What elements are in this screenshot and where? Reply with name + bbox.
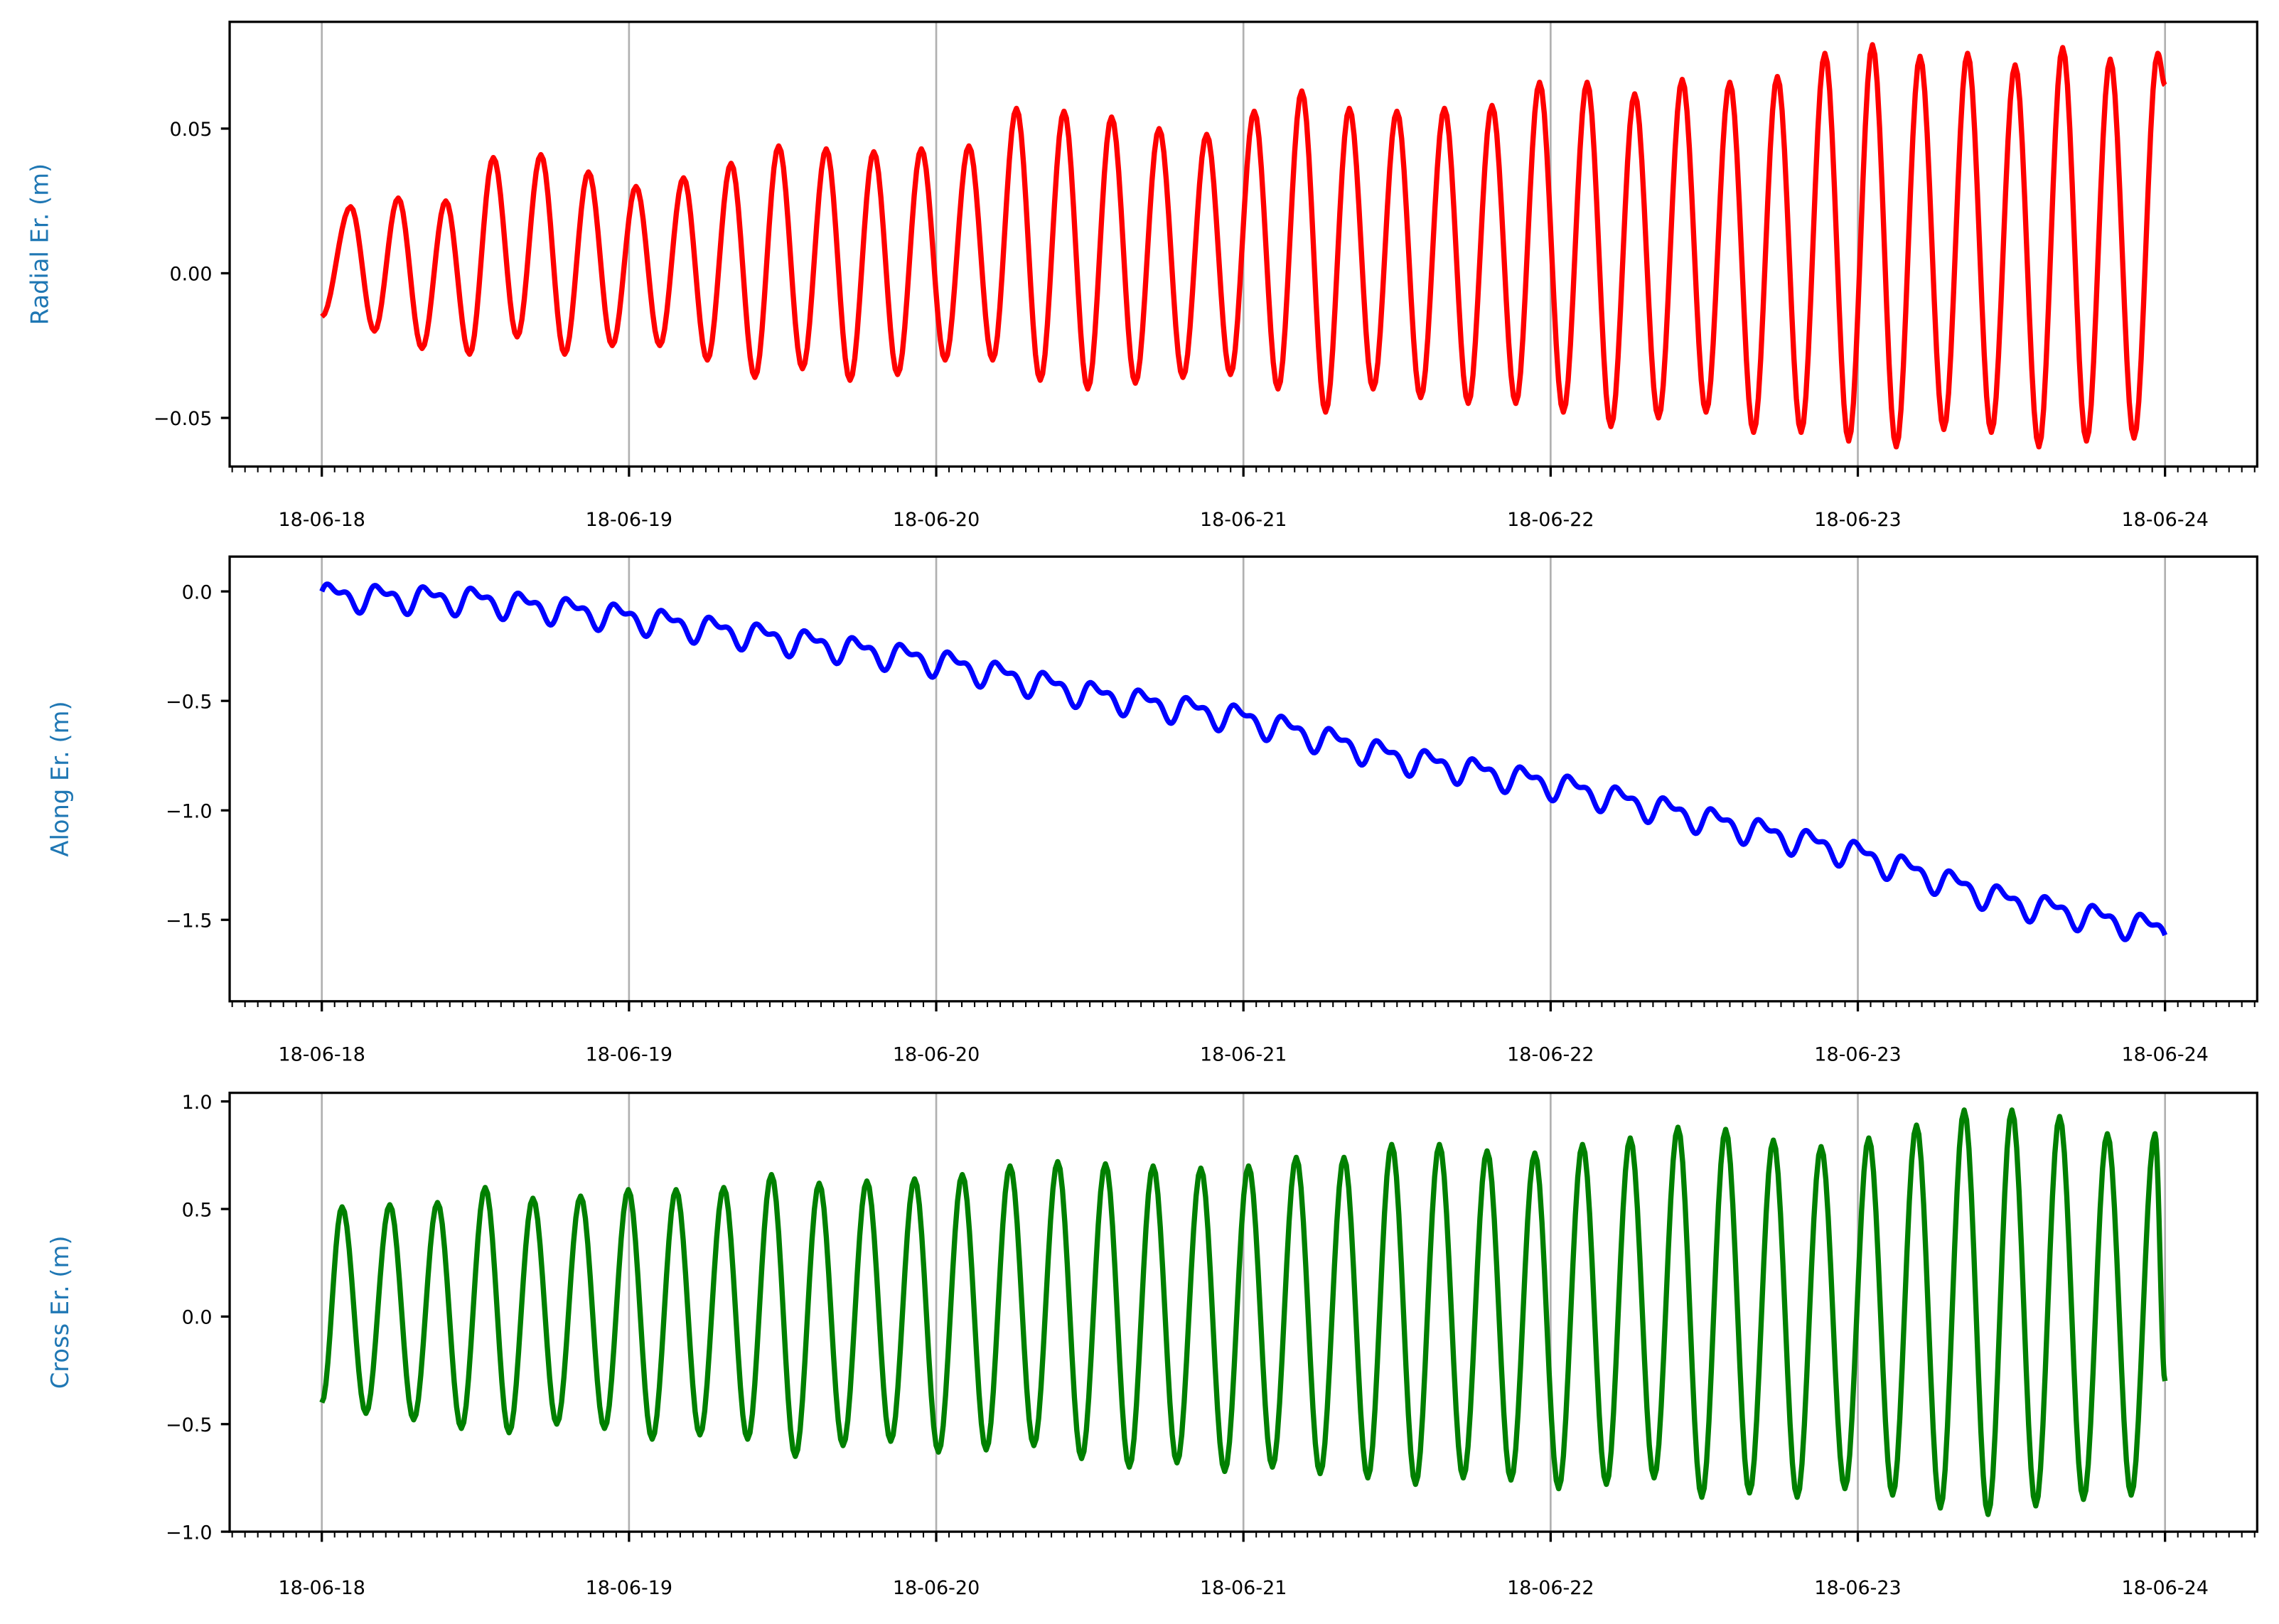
x-tick-label: 18-06-20 [893,509,980,531]
x-tick-label: 18-06-22 [1507,509,1594,531]
y-axis-label: Cross Er. (m) [46,1235,74,1389]
x-tick-label: 18-06-21 [1200,509,1287,531]
x-tick-label: 18-06-24 [2121,1577,2208,1599]
y-tick-label: −0.05 [154,408,213,430]
x-tick-label: 18-06-21 [1200,1577,1287,1599]
y-tick-label: 0.05 [169,119,212,141]
x-tick-label: 18-06-20 [893,1577,980,1599]
y-tick-label: −0.5 [166,1414,213,1436]
subplot-3: 18-06-18 18-06-19 18-06-20 18-06-21 18-06-22… [46,1092,2258,1599]
y-axis-label: Radial Er. (m) [26,163,53,326]
x-tick-label: 18-06-22 [1507,1044,1594,1066]
y-tick-label: 1.0 [182,1092,213,1114]
subplot-2: 18-06-18 18-06-19 18-06-20 18-06-21 18-06-22… [46,555,2258,1066]
y-tick-label: 0.0 [182,1307,213,1329]
x-tick-label: 18-06-19 [586,1577,672,1599]
x-tick-label: 18-06-18 [278,509,365,531]
y-tick-label: 0.00 [169,264,212,286]
x-tick-label: 18-06-21 [1200,1044,1287,1066]
y-axis-label: Along Er. (m) [46,701,74,856]
figure: 18-06-18 18-06-19 18-06-20 18-06-21 18-06-22… [26,21,2258,1599]
y-tick-label: −1.0 [166,1522,213,1544]
x-tick-label: 18-06-23 [1814,1577,1901,1599]
x-tick-label: 18-06-19 [586,1044,672,1066]
x-tick-label: 18-06-18 [278,1577,365,1599]
y-tick-label: 0.0 [182,581,213,603]
x-tick-label: 18-06-24 [2121,1044,2208,1066]
x-tick-label: 18-06-18 [278,1044,365,1066]
y-tick-label: −1.0 [166,800,213,822]
subplot-1: 18-06-18 18-06-19 18-06-20 18-06-21 18-06-22… [26,21,2258,531]
x-tick-label: 18-06-23 [1814,509,1901,531]
y-tick-label: −1.5 [166,910,213,932]
x-tick-label: 18-06-24 [2121,509,2208,531]
y-tick-label: 0.5 [182,1199,213,1221]
y-tick-label: −0.5 [166,691,213,713]
x-tick-label: 18-06-23 [1814,1044,1901,1066]
x-tick-label: 18-06-19 [586,509,672,531]
x-tick-label: 18-06-22 [1507,1577,1594,1599]
x-tick-label: 18-06-20 [893,1044,980,1066]
